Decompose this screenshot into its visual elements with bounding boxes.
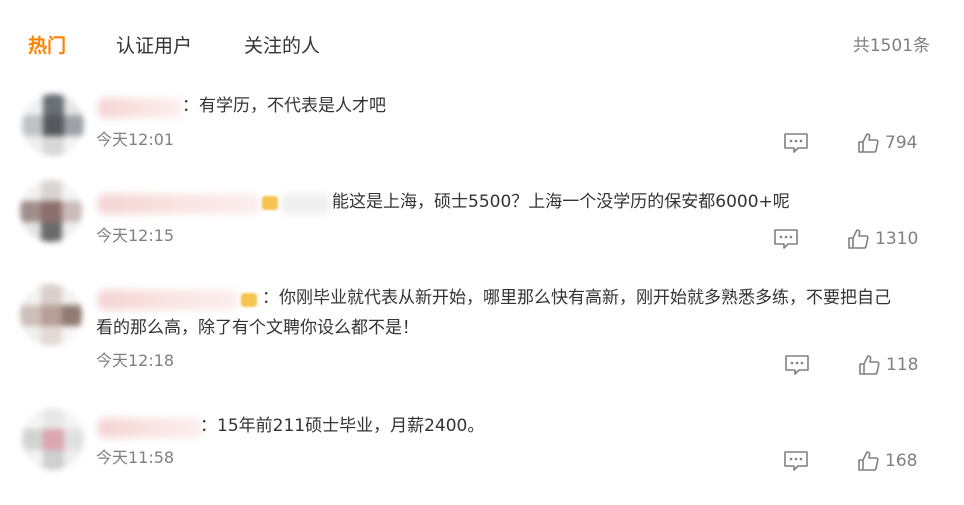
comment-tabs: 热门 认证用户 关注的人 共1501条 bbox=[0, 0, 964, 80]
comment-item: 能这是上海，硕士5500？上海一个没学历的保安都6000+呢 今天12:15 1… bbox=[0, 180, 964, 268]
username[interactable] bbox=[98, 418, 202, 438]
tab-verified-users[interactable]: 认证用户 bbox=[116, 34, 192, 58]
comment-item: ：15年前211硕士毕业，月薪2400。 今天11:58 168 bbox=[0, 408, 964, 492]
avatar[interactable] bbox=[20, 284, 82, 346]
comment-time: 今天12:18 bbox=[96, 351, 175, 370]
like-count: 168 bbox=[885, 451, 918, 471]
comment-item: ：你刚毕业就代表从新开始，哪里那么快有高新，刚开始就多熟悉多练，不要把自己 看的… bbox=[0, 284, 964, 394]
comment-time: 今天12:01 bbox=[96, 130, 175, 149]
vip-badge-icon bbox=[262, 196, 278, 210]
comment-item: ：有学历，不代表是人才吧 今天12:01 794 bbox=[0, 92, 964, 168]
comment-icon[interactable] bbox=[783, 132, 809, 154]
like-button[interactable]: 118 bbox=[858, 353, 918, 377]
thumbs-up-icon bbox=[858, 133, 879, 153]
comment-icon[interactable] bbox=[773, 228, 799, 250]
comment-text: 能这是上海，硕士5500？上海一个没学历的保安都6000+呢 bbox=[332, 192, 790, 212]
total-count: 共1501条 bbox=[852, 36, 930, 56]
like-button[interactable]: 1310 bbox=[847, 227, 918, 251]
username[interactable] bbox=[98, 98, 182, 118]
thumbs-up-icon bbox=[859, 355, 880, 375]
comment-text: ：15年前211硕士毕业，月薪2400。 bbox=[200, 416, 485, 436]
vip-badge-icon bbox=[241, 293, 257, 307]
comment-time: 今天11:58 bbox=[96, 448, 175, 467]
like-button[interactable]: 168 bbox=[857, 449, 917, 473]
like-count: 794 bbox=[885, 133, 918, 153]
thumbs-up-icon bbox=[858, 451, 879, 471]
like-count: 118 bbox=[886, 355, 919, 375]
like-count: 1310 bbox=[875, 229, 919, 249]
avatar[interactable] bbox=[22, 408, 84, 470]
comment-text-line-2: 看的那么高，除了有个文聘你设么都不是！ bbox=[96, 318, 419, 338]
username[interactable] bbox=[98, 290, 238, 310]
username-suffix bbox=[282, 194, 330, 214]
tab-following[interactable]: 关注的人 bbox=[244, 34, 320, 58]
comment-text: ：有学历，不代表是人才吧 bbox=[182, 96, 386, 116]
avatar[interactable] bbox=[20, 180, 82, 242]
avatar[interactable] bbox=[22, 94, 84, 156]
tab-hot[interactable]: 热门 bbox=[28, 34, 66, 58]
thumbs-up-icon bbox=[848, 229, 869, 249]
username[interactable] bbox=[98, 194, 260, 214]
comment-icon[interactable] bbox=[784, 354, 810, 376]
comment-icon[interactable] bbox=[783, 450, 809, 472]
like-button[interactable]: 794 bbox=[857, 131, 917, 155]
comment-time: 今天12:15 bbox=[96, 226, 175, 245]
comment-text-line-1: ：你刚毕业就代表从新开始，哪里那么快有高新，刚开始就多熟悉多练，不要把自己 bbox=[262, 288, 891, 308]
